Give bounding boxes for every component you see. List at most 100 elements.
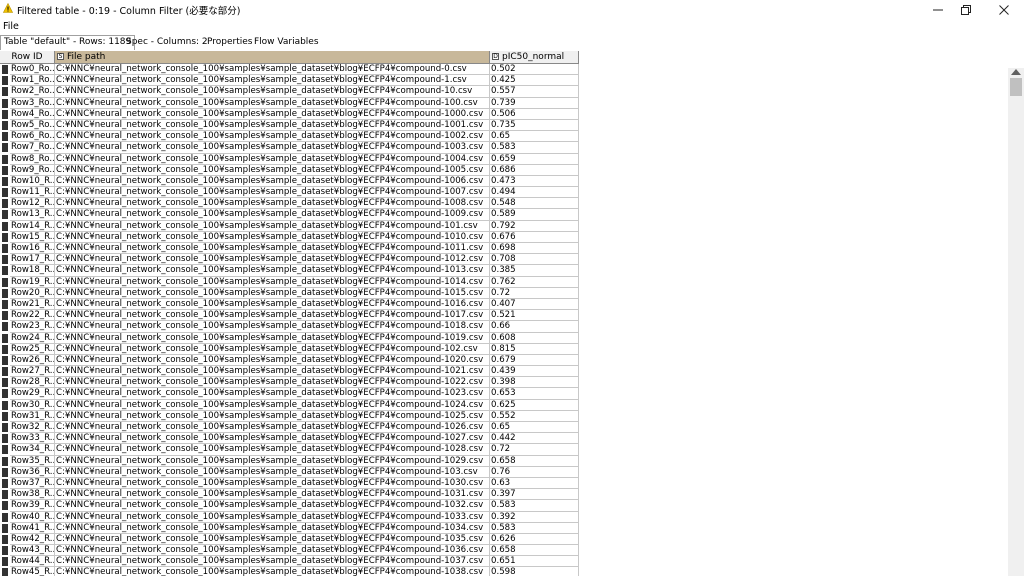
table-row[interactable]: Row3_Ro... C:¥NNC¥neural_network_console_…	[0, 97, 579, 109]
table-row[interactable]: Row9_Ro... C:¥NNC¥neural_network_console_…	[0, 164, 579, 176]
pic50-cell[interactable]: 0.442	[490, 433, 579, 445]
tab-table[interactable]: Table "default" - Rows: 1189	[0, 35, 136, 50]
table-row[interactable]: Row0_Ro... C:¥NNC¥neural_network_console_…	[0, 64, 579, 76]
row-id-cell[interactable]: Row39_R...	[10, 500, 55, 512]
row-id-cell[interactable]: Row35_R...	[10, 455, 55, 467]
row-id-cell[interactable]: Row13_R...	[10, 209, 55, 221]
row-id-cell[interactable]: Row20_R...	[10, 287, 55, 299]
pic50-cell[interactable]: 0.439	[490, 366, 579, 378]
pic50-cell[interactable]: 0.407	[490, 298, 579, 311]
pic50-cell[interactable]: 0.762	[490, 276, 579, 288]
table-row[interactable]: Row11_R... C:¥NNC¥neural_network_console_…	[0, 187, 579, 199]
row-id-cell[interactable]: Row16_R...	[10, 243, 55, 255]
table-row[interactable]: Row36_R... C:¥NNC¥neural_network_console_…	[0, 466, 579, 478]
file-path-cell[interactable]: C:¥NNC¥neural_network_console_100¥sample…	[55, 276, 490, 288]
pic50-cell[interactable]: 0.583	[490, 500, 579, 512]
row-id-cell[interactable]: Row26_R...	[10, 354, 55, 367]
table-row[interactable]: Row16_R... C:¥NNC¥neural_network_console_…	[0, 243, 579, 255]
row-id-cell[interactable]: Row30_R...	[10, 399, 55, 411]
pic50-cell[interactable]: 0.659	[490, 153, 579, 165]
pic50-cell[interactable]: 0.473	[490, 175, 579, 188]
pic50-cell[interactable]: 0.598	[490, 567, 579, 576]
file-path-cell[interactable]: C:¥NNC¥neural_network_console_100¥sample…	[55, 153, 490, 165]
pic50-cell[interactable]: 0.686	[490, 164, 579, 176]
row-id-cell[interactable]: Row36_R...	[10, 466, 55, 478]
file-path-cell[interactable]: C:¥NNC¥neural_network_console_100¥sample…	[55, 86, 490, 98]
row-id-cell[interactable]: Row23_R...	[10, 321, 55, 333]
file-path-cell[interactable]: C:¥NNC¥neural_network_console_100¥sample…	[55, 142, 490, 154]
file-path-cell[interactable]: C:¥NNC¥neural_network_console_100¥sample…	[55, 131, 490, 143]
row-id-cell[interactable]: Row37_R...	[10, 477, 55, 490]
file-path-cell[interactable]: C:¥NNC¥neural_network_console_100¥sample…	[55, 119, 490, 132]
row-id-cell[interactable]: Row14_R...	[10, 220, 55, 232]
table-row[interactable]: Row29_R... C:¥NNC¥neural_network_console_…	[0, 388, 579, 400]
vertical-scrollbar[interactable]	[1008, 68, 1024, 576]
table-row[interactable]: Row35_R... C:¥NNC¥neural_network_console_…	[0, 455, 579, 467]
row-id-cell[interactable]: Row43_R...	[10, 545, 55, 557]
row-id-cell[interactable]: Row25_R...	[10, 343, 55, 355]
row-id-cell[interactable]: Row5_Ro...	[10, 119, 55, 132]
file-path-cell[interactable]: C:¥NNC¥neural_network_console_100¥sample…	[55, 243, 490, 255]
pic50-cell[interactable]: 0.583	[490, 522, 579, 534]
file-path-cell[interactable]: C:¥NNC¥neural_network_console_100¥sample…	[55, 567, 490, 576]
table-row[interactable]: Row4_Ro... C:¥NNC¥neural_network_console_…	[0, 108, 579, 120]
table-row[interactable]: Row30_R... C:¥NNC¥neural_network_console_…	[0, 399, 579, 411]
table-row[interactable]: Row14_R... C:¥NNC¥neural_network_console_…	[0, 220, 579, 232]
pic50-cell[interactable]: 0.494	[490, 187, 579, 199]
pic50-cell[interactable]: 0.658	[490, 545, 579, 557]
pic50-cell[interactable]: 0.552	[490, 410, 579, 422]
pic50-cell[interactable]: 0.65	[490, 422, 579, 434]
file-path-cell[interactable]: C:¥NNC¥neural_network_console_100¥sample…	[55, 175, 490, 188]
pic50-cell[interactable]: 0.392	[490, 511, 579, 523]
pic50-cell[interactable]: 0.65	[490, 131, 579, 143]
pic50-cell[interactable]: 0.651	[490, 556, 579, 568]
tab-properties[interactable]: Properties	[204, 36, 255, 50]
file-path-cell[interactable]: C:¥NNC¥neural_network_console_100¥sample…	[55, 399, 490, 411]
file-path-cell[interactable]: C:¥NNC¥neural_network_console_100¥sample…	[55, 500, 490, 512]
file-path-cell[interactable]: C:¥NNC¥neural_network_console_100¥sample…	[55, 332, 490, 344]
row-id-cell[interactable]: Row0_Ro...	[10, 64, 55, 76]
file-path-cell[interactable]: C:¥NNC¥neural_network_console_100¥sample…	[55, 287, 490, 299]
row-id-cell[interactable]: Row24_R...	[10, 332, 55, 344]
pic50-cell[interactable]: 0.626	[490, 533, 579, 546]
tab-spec[interactable]: Spec - Columns: 2	[123, 36, 211, 50]
pic50-cell[interactable]: 0.583	[490, 142, 579, 154]
file-path-cell[interactable]: C:¥NNC¥neural_network_console_100¥sample…	[55, 410, 490, 422]
table-row[interactable]: Row38_R... C:¥NNC¥neural_network_console_…	[0, 489, 579, 501]
row-id-cell[interactable]: Row6_Ro...	[10, 131, 55, 143]
row-id-cell[interactable]: Row2_Ro...	[10, 86, 55, 98]
file-path-cell[interactable]: C:¥NNC¥neural_network_console_100¥sample…	[55, 422, 490, 434]
pic50-cell[interactable]: 0.589	[490, 209, 579, 221]
file-path-cell[interactable]: C:¥NNC¥neural_network_console_100¥sample…	[55, 164, 490, 176]
table-row[interactable]: Row19_R... C:¥NNC¥neural_network_console_…	[0, 276, 579, 288]
row-id-cell[interactable]: Row18_R...	[10, 265, 55, 277]
file-path-cell[interactable]: C:¥NNC¥neural_network_console_100¥sample…	[55, 433, 490, 445]
row-id-cell[interactable]: Row44_R...	[10, 556, 55, 568]
file-path-cell[interactable]: C:¥NNC¥neural_network_console_100¥sample…	[55, 321, 490, 333]
table-row[interactable]: Row26_R... C:¥NNC¥neural_network_console_…	[0, 354, 579, 367]
file-path-cell[interactable]: C:¥NNC¥neural_network_console_100¥sample…	[55, 354, 490, 367]
file-path-cell[interactable]: C:¥NNC¥neural_network_console_100¥sample…	[55, 455, 490, 467]
row-id-cell[interactable]: Row12_R...	[10, 198, 55, 210]
pic50-cell[interactable]: 0.521	[490, 310, 579, 322]
file-path-cell[interactable]: C:¥NNC¥neural_network_console_100¥sample…	[55, 444, 490, 456]
header-pic50-normal[interactable]: DpIC50_normal	[490, 51, 579, 64]
row-id-cell[interactable]: Row7_Ro...	[10, 142, 55, 154]
pic50-cell[interactable]: 0.397	[490, 489, 579, 501]
pic50-cell[interactable]: 0.63	[490, 477, 579, 490]
file-path-cell[interactable]: C:¥NNC¥neural_network_console_100¥sample…	[55, 466, 490, 478]
row-id-cell[interactable]: Row38_R...	[10, 489, 55, 501]
row-id-cell[interactable]: Row32_R...	[10, 422, 55, 434]
close-button[interactable]	[982, 0, 1024, 19]
table-row[interactable]: Row23_R... C:¥NNC¥neural_network_console_…	[0, 321, 579, 333]
file-path-cell[interactable]: C:¥NNC¥neural_network_console_100¥sample…	[55, 108, 490, 120]
pic50-cell[interactable]: 0.398	[490, 377, 579, 389]
file-path-cell[interactable]: C:¥NNC¥neural_network_console_100¥sample…	[55, 198, 490, 210]
file-path-cell[interactable]: C:¥NNC¥neural_network_console_100¥sample…	[55, 477, 490, 490]
file-path-cell[interactable]: C:¥NNC¥neural_network_console_100¥sample…	[55, 209, 490, 221]
scroll-up-icon[interactable]	[1011, 69, 1021, 75]
pic50-cell[interactable]: 0.653	[490, 388, 579, 400]
table-row[interactable]: Row18_R... C:¥NNC¥neural_network_console_…	[0, 265, 579, 277]
table-row[interactable]: Row31_R... C:¥NNC¥neural_network_console_…	[0, 410, 579, 422]
table-row[interactable]: Row17_R... C:¥NNC¥neural_network_console_…	[0, 254, 579, 266]
